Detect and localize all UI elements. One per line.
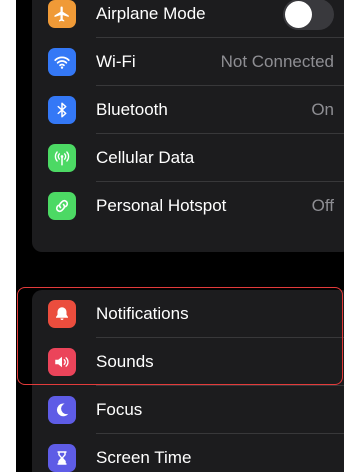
toggle-knob [285,0,312,28]
bluetooth-row[interactable]: Bluetooth On [32,86,344,134]
focus-row[interactable]: Focus [32,386,344,434]
airplane-icon [48,0,76,28]
alerts-group: Notifications Sounds Focus Screen Time [32,290,344,472]
wifi-icon [48,48,76,76]
airplane-mode-row[interactable]: Airplane Mode [32,0,344,38]
sounds-label: Sounds [96,352,154,371]
bluetooth-icon [48,96,76,124]
speaker-icon [48,348,76,376]
notifications-label: Notifications [96,304,189,323]
hourglass-icon [48,444,76,472]
cellular-data-label: Cellular Data [96,148,195,167]
personal-hotspot-status: Off [311,196,334,215]
bell-icon [48,300,76,328]
sounds-row[interactable]: Sounds [32,338,344,386]
moon-icon [48,396,76,424]
screen-time-row[interactable]: Screen Time [32,434,344,472]
screen-time-label: Screen Time [96,448,192,467]
wifi-row[interactable]: Wi-Fi Not Connected [32,38,344,86]
cellular-antenna-icon [48,144,76,172]
wifi-status: Not Connected [220,52,334,71]
airplane-mode-label: Airplane Mode [96,4,206,23]
link-icon [48,192,76,220]
settings-screen: Airplane Mode Wi-Fi Not Connected Blueto… [16,0,344,472]
personal-hotspot-label: Personal Hotspot [96,196,227,215]
bluetooth-status: On [311,100,334,119]
airplane-mode-toggle[interactable] [283,0,334,30]
notifications-row[interactable]: Notifications [32,290,344,338]
cellular-data-row[interactable]: Cellular Data [32,134,344,182]
bluetooth-label: Bluetooth [96,100,168,119]
wifi-label: Wi-Fi [96,52,136,71]
focus-label: Focus [96,400,143,419]
personal-hotspot-row[interactable]: Personal Hotspot Off [32,182,344,230]
connectivity-group: Airplane Mode Wi-Fi Not Connected Blueto… [32,0,344,252]
